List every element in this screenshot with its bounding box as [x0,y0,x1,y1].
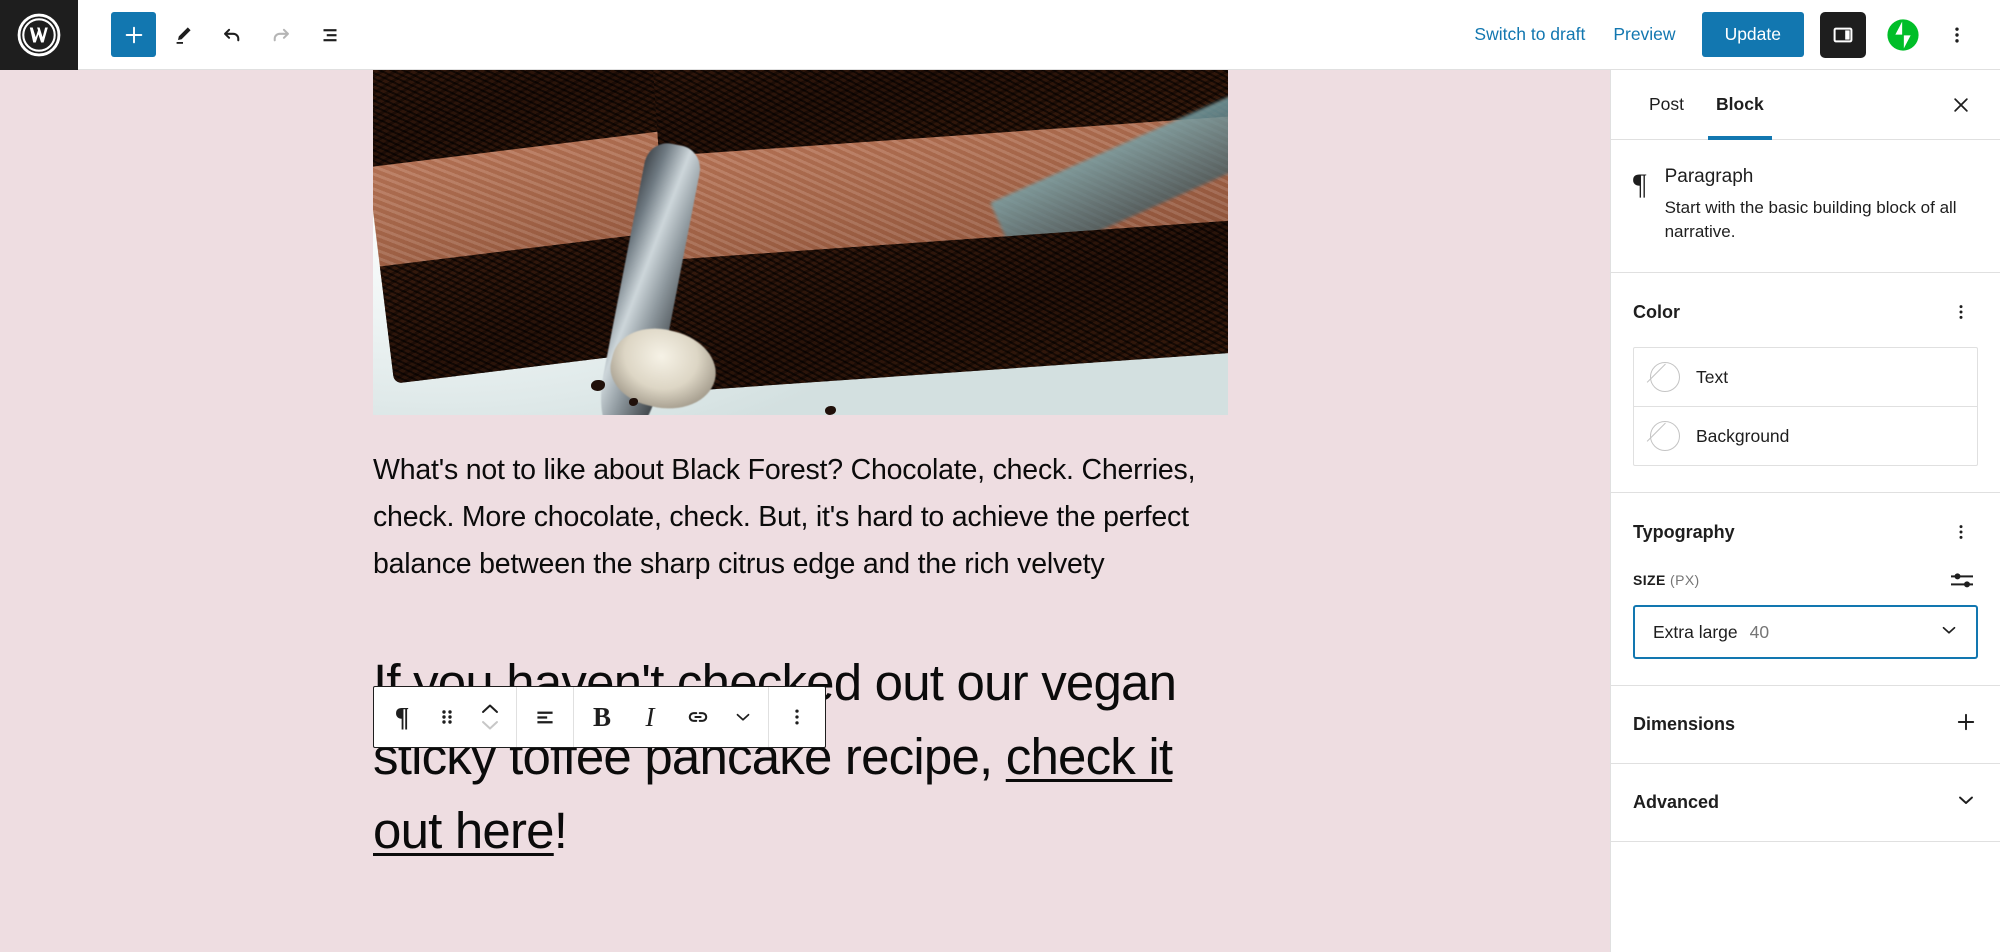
font-size-row: SIZE (PX) [1633,567,1978,593]
block-type-paragraph-button[interactable]: ¶ [378,687,426,747]
typography-panel-options-icon[interactable] [1944,515,1978,549]
add-block-button[interactable] [111,12,156,57]
header-right-tools: Switch to draft Preview Update [1460,11,2000,58]
post-content-column: What's not to like about Black Forest? C… [373,70,1228,868]
sidebar-panel-icon[interactable] [1820,11,1866,58]
color-row-background[interactable]: Background [1634,406,1977,465]
chevron-down-icon [482,721,498,730]
wordpress-block-editor: Switch to draft Preview Update What's no… [0,0,2000,952]
more-rich-text-button[interactable] [722,687,764,747]
sliders-icon[interactable] [1946,567,1978,593]
paragraph-block-2[interactable]: If you haven't checked out our vegan sti… [373,646,1233,868]
block-options-button[interactable] [773,687,821,747]
chevron-down-icon [736,713,750,721]
tab-block[interactable]: Block [1700,70,1780,140]
pilcrow-icon: ¶ [1633,168,1647,201]
chevron-down-icon [1938,619,1960,646]
bold-button[interactable]: B [578,687,626,747]
advanced-panel[interactable]: Advanced [1611,764,2000,843]
text-color-label: Text [1696,366,1729,387]
block-toolbar: ¶ B I [373,686,826,748]
font-size-value: Extra large [1653,621,1738,642]
color-panel-header: Color [1633,295,1978,329]
block-toolbar-group-format: B I [574,687,769,747]
plus-icon[interactable] [1954,710,1978,739]
block-info-text: Paragraph Start with the basic building … [1665,166,1970,244]
switch-to-draft-button[interactable]: Switch to draft [1460,14,1599,55]
bold-icon: B [592,701,611,732]
chevron-up-icon [482,704,498,713]
text-color-swatch-icon [1650,362,1680,393]
dimensions-panel-title: Dimensions [1633,714,1736,735]
block-card-title: Paragraph [1664,166,1754,187]
block-toolbar-group-block: ¶ [374,687,517,747]
block-info-card: ¶ Paragraph Start with the basic buildin… [1611,140,2000,274]
cake-slice-right [651,70,1228,392]
color-panel-options-icon[interactable] [1944,295,1978,329]
italic-icon: I [645,701,655,732]
editor-header: Switch to draft Preview Update [0,0,2000,70]
font-size-label-text: SIZE [1633,572,1666,589]
drag-handle[interactable] [426,687,468,747]
link-icon [688,712,708,722]
color-options-list: Text Background [1633,347,1978,467]
paragraph-2-text-after: ! [553,802,568,859]
typography-panel-title: Typography [1633,521,1735,542]
font-size-label: SIZE (PX) [1633,572,1700,588]
italic-button[interactable]: I [626,687,674,747]
black-forest-cake-photo[interactable] [373,70,1228,415]
typography-panel-header: Typography [1633,515,1978,549]
header-left-tools [78,12,352,57]
update-button[interactable]: Update [1701,12,1804,57]
background-color-swatch-icon [1650,421,1680,452]
block-card-description: Start with the basic building block of a… [1664,198,1957,242]
vertical-ellipsis-icon [795,709,799,725]
color-panel-title: Color [1633,301,1680,322]
settings-sidebar: Post Block ¶ Paragraph Start with the ba… [1610,70,2000,952]
pilcrow-icon: ¶ [394,701,410,732]
sidebar-tabs: Post Block [1611,70,2000,140]
redo-arrow-icon[interactable] [258,12,303,57]
close-sidebar-icon[interactable] [1940,84,1982,126]
chevron-down-icon[interactable] [1954,788,1978,817]
tab-post[interactable]: Post [1633,70,1700,140]
block-toolbar-group-options [769,687,825,747]
link-button[interactable] [674,687,722,747]
jetpack-icon[interactable] [1886,18,1920,52]
font-size-select[interactable]: Extra large 40 [1633,605,1978,660]
advanced-panel-title: Advanced [1633,792,1720,813]
more-menu-icon[interactable] [1936,12,1978,58]
move-up-down-buttons[interactable] [468,687,512,747]
background-color-label: Background [1696,425,1790,446]
pencil-icon[interactable] [160,12,205,57]
undo-arrow-icon[interactable] [209,12,254,57]
font-size-number: 40 [1749,621,1770,642]
color-panel: Color Text Background [1611,273,2000,494]
editor-canvas: What's not to like about Black Forest? C… [0,70,1610,952]
align-left-icon[interactable] [521,687,569,747]
font-size-unit: (PX) [1670,572,1700,589]
preview-button[interactable]: Preview [1599,14,1689,55]
list-view-icon[interactable] [307,12,352,57]
block-toolbar-group-align [517,687,574,747]
color-row-text[interactable]: Text [1634,348,1977,406]
paragraph-block-1[interactable]: What's not to like about Black Forest? C… [373,447,1213,588]
wordpress-logo-icon[interactable] [0,0,78,70]
typography-panel: Typography SIZE (PX) Extra large 40 [1611,493,2000,687]
dimensions-panel[interactable]: Dimensions [1611,686,2000,765]
